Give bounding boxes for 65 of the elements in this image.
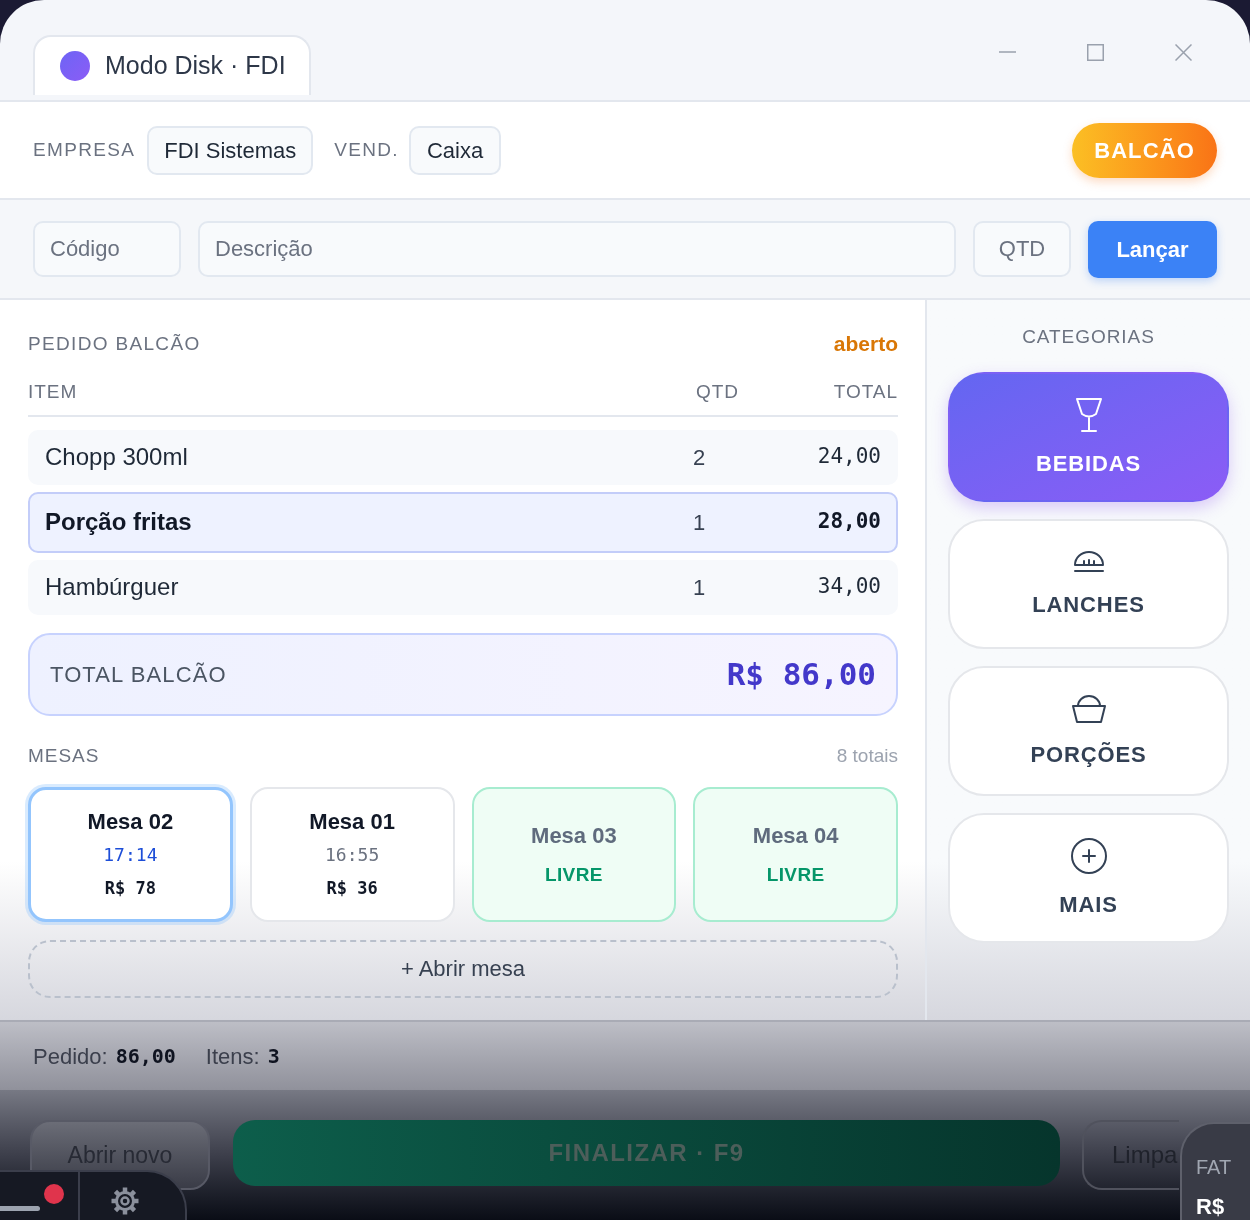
bar-icon	[0, 1205, 40, 1211]
order-total-value: 86,00	[115, 1043, 176, 1070]
open-table-button[interactable]: + Abrir mesa	[28, 939, 898, 998]
close-icon	[1174, 43, 1192, 61]
category-button[interactable]: BEBIDAS	[948, 372, 1229, 502]
tables-count: 8 totais	[836, 744, 898, 769]
table-card[interactable]: Mesa 01 16:55 R$ 36	[249, 786, 455, 922]
company-field[interactable]: FDI Sistemas	[147, 125, 314, 175]
seller-field[interactable]: Caixa	[409, 125, 502, 175]
items-count-value: 3	[267, 1043, 280, 1070]
table-amount: R$ 36	[326, 877, 378, 900]
maximize-icon	[1086, 43, 1104, 61]
tables-title: MESAS	[28, 744, 100, 769]
table-status: LIVRE	[544, 862, 603, 887]
quantity-field[interactable]: QTD	[973, 221, 1071, 277]
item-qty: 1	[693, 573, 707, 602]
table-name: Mesa 03	[531, 821, 617, 850]
order-title: PEDIDO BALCÃO	[28, 331, 201, 356]
item-qty: 1	[693, 508, 707, 537]
basket-icon	[1070, 694, 1107, 724]
table-name: Mesa 04	[752, 821, 839, 850]
table-amount: R$ 78	[104, 877, 156, 900]
minimize-icon	[998, 51, 1016, 53]
table-card[interactable]: Mesa 02 17:14 R$ 78	[28, 786, 233, 922]
order-total-label: Pedido:	[33, 1042, 108, 1071]
category-button[interactable]: LANCHES	[948, 519, 1229, 649]
table-time: 16:55	[325, 843, 380, 867]
item-name: Chopp 300ml	[45, 442, 189, 472]
gear-icon	[110, 1186, 140, 1216]
total-value: R$ 86,00	[726, 654, 876, 694]
burger-icon	[1072, 550, 1105, 574]
table-time: 17:14	[103, 843, 158, 867]
categories-title: CATEGORIAS	[1021, 325, 1156, 349]
item-name: Porção fritas	[45, 507, 193, 537]
items-count-label: Itens:	[205, 1042, 260, 1071]
category-button[interactable]: PORÇÕES	[948, 666, 1229, 796]
side-panel-label: FAT	[1196, 1155, 1233, 1180]
table-name: Mesa 02	[87, 808, 174, 836]
item-name: Hambúrguer	[45, 572, 180, 602]
window-tab[interactable]: Modo Disk · FDI	[33, 35, 311, 95]
plus-circle-icon	[1070, 838, 1107, 874]
table-card[interactable]: Mesa 04 LIVRE	[693, 786, 898, 922]
table-status: LIVRE	[766, 862, 825, 887]
seller-label: VEND.	[334, 137, 399, 162]
column-header: QTD	[696, 380, 740, 404]
total-label: TOTAL BALCÃO	[50, 660, 227, 689]
column-header: ITEM	[28, 380, 79, 404]
code-field[interactable]: Código	[33, 221, 181, 277]
table-name: Mesa 01	[309, 808, 395, 836]
order-row[interactable]: Hambúrguer 1 34,00	[28, 559, 898, 615]
item-total: 28,00	[816, 508, 881, 536]
order-status: aberto	[833, 331, 898, 358]
column-header: TOTAL	[832, 380, 898, 404]
item-total: 34,00	[816, 573, 881, 601]
wine-glass-icon	[1074, 397, 1103, 433]
item-qty: 2	[693, 443, 707, 472]
submit-button[interactable]: Lançar	[1088, 220, 1217, 278]
description-field[interactable]: Descrição	[198, 221, 956, 277]
company-label: EMPRESA	[33, 137, 136, 162]
side-panel-value: R$	[1196, 1194, 1226, 1220]
order-row[interactable]: Chopp 300ml 2 24,00	[28, 429, 898, 485]
table-card[interactable]: Mesa 03 LIVRE	[471, 786, 677, 922]
category-button[interactable]: MAIS	[948, 813, 1229, 943]
item-total: 24,00	[816, 443, 881, 471]
order-row[interactable]: Porção fritas 1 28,00	[28, 491, 898, 553]
